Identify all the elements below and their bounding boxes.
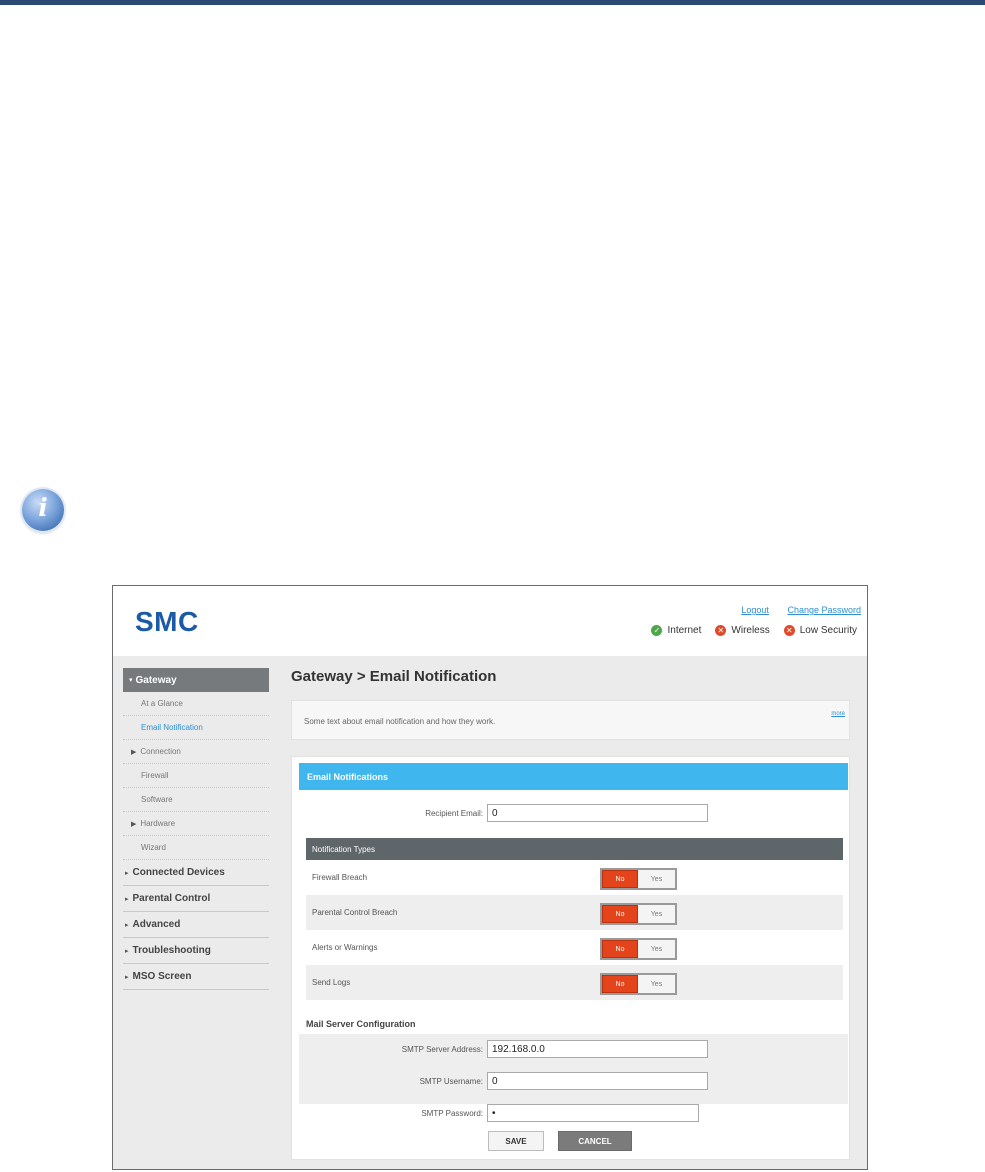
- sidebar-item-mso-screen[interactable]: ▸ MSO Screen: [123, 964, 269, 990]
- sidebar-item-label: Advanced: [132, 919, 181, 930]
- logout-link[interactable]: Logout: [741, 605, 769, 615]
- status-label: Low Security: [799, 625, 857, 636]
- toggle-no-button[interactable]: No: [602, 905, 638, 923]
- smtp-password-label: SMTP Password:: [421, 1109, 483, 1118]
- sidebar-item-hardware[interactable]: ▶ Hardware: [123, 812, 269, 836]
- info-icon: i: [22, 489, 64, 531]
- sidebar-item-label: Gateway: [135, 674, 177, 686]
- sidebar-item-wizard[interactable]: Wizard: [123, 836, 269, 860]
- triangle-right-icon: ▸: [125, 921, 129, 929]
- alerts-or-warnings-toggle[interactable]: No Yes: [600, 938, 677, 960]
- status-bar: ✓ Internet ✕ Wireless ✕ Low Security: [651, 625, 857, 636]
- smtp-password-input[interactable]: [487, 1104, 699, 1122]
- sidebar-item-gateway[interactable]: ▾ Gateway: [123, 668, 269, 692]
- sidebar-item-connected-devices[interactable]: ▸ Connected Devices: [123, 860, 269, 886]
- description-box: Some text about email notification and h…: [291, 700, 850, 740]
- sidebar-item-label: Hardware: [140, 819, 176, 828]
- smtp-password-row: SMTP Password:: [292, 1103, 851, 1127]
- toggle-yes-button[interactable]: Yes: [638, 940, 675, 958]
- sidebar-item-label: Connection: [140, 747, 181, 756]
- x-circle-icon: ✕: [783, 625, 795, 636]
- sidebar-item-parental-control[interactable]: ▸ Parental Control: [123, 886, 269, 912]
- recipient-email-input[interactable]: [487, 804, 708, 822]
- sidebar-item-software[interactable]: Software: [123, 788, 269, 812]
- smtp-address-label: SMTP Server Address:: [401, 1045, 483, 1054]
- type-row-send-logs: Send Logs No Yes: [306, 965, 843, 1000]
- sidebar-item-advanced[interactable]: ▸ Advanced: [123, 912, 269, 938]
- type-row-firewall-breach: Firewall Breach No Yes: [306, 860, 843, 895]
- save-button[interactable]: SAVE: [488, 1131, 544, 1151]
- cancel-button[interactable]: CANCEL: [558, 1131, 632, 1151]
- toggle-yes-button[interactable]: Yes: [638, 975, 675, 993]
- header: SMC Logout Change Password ✓ Internet ✕ …: [113, 586, 867, 656]
- smtp-address-row: SMTP Server Address:: [292, 1039, 851, 1063]
- sidebar-item-connection[interactable]: ▶ Connection: [123, 740, 269, 764]
- top-rule: [0, 0, 985, 5]
- chevron-down-icon: ▾: [129, 677, 133, 684]
- firewall-breach-toggle[interactable]: No Yes: [600, 868, 677, 890]
- type-label: Alerts or Warnings: [312, 943, 378, 952]
- status-label: Internet: [667, 625, 702, 636]
- smc-logo: SMC: [135, 606, 199, 637]
- toggle-no-button[interactable]: No: [602, 940, 638, 958]
- triangle-right-icon: ▸: [125, 973, 129, 981]
- toggle-yes-button[interactable]: Yes: [638, 870, 675, 888]
- status-label: Wireless: [731, 625, 770, 636]
- status-wireless: ✕ Wireless: [715, 625, 770, 636]
- triangle-right-icon: ▸: [125, 895, 129, 903]
- router-admin-screenshot: SMC Logout Change Password ✓ Internet ✕ …: [112, 585, 868, 1170]
- sidebar-item-label: Troubleshooting: [132, 945, 211, 956]
- panel-title: Email Notifications: [299, 763, 848, 790]
- sidebar: ▾ Gateway At a Glance Email Notification…: [123, 668, 269, 990]
- type-label: Parental Control Breach: [312, 908, 398, 917]
- toggle-no-button[interactable]: No: [602, 870, 638, 888]
- sidebar-item-firewall[interactable]: Firewall: [123, 764, 269, 788]
- smtp-address-input[interactable]: [487, 1040, 708, 1058]
- sidebar-item-label: MSO Screen: [132, 971, 192, 982]
- sidebar-item-at-a-glance[interactable]: At a Glance: [123, 692, 269, 716]
- email-notifications-panel: Email Notifications Recipient Email: Not…: [291, 756, 850, 1160]
- mail-server-config-heading: Mail Server Configuration: [306, 1019, 416, 1029]
- toggle-no-button[interactable]: No: [602, 975, 638, 993]
- top-links: Logout Change Password: [725, 605, 861, 615]
- sidebar-item-troubleshooting[interactable]: ▸ Troubleshooting: [123, 938, 269, 964]
- x-circle-icon: ✕: [715, 625, 727, 636]
- page-title: Gateway > Email Notification: [291, 668, 497, 685]
- sidebar-item-label: Parental Control: [132, 893, 211, 904]
- triangle-right-icon: ▸: [125, 947, 129, 955]
- more-link[interactable]: more: [831, 711, 845, 717]
- triangle-right-icon: ▶: [131, 748, 137, 756]
- triangle-right-icon: ▸: [125, 869, 129, 877]
- notification-types-header: Notification Types: [306, 838, 843, 860]
- recipient-email-label: Recipient Email:: [425, 809, 483, 818]
- toggle-yes-button[interactable]: Yes: [638, 905, 675, 923]
- type-label: Send Logs: [312, 978, 351, 987]
- triangle-right-icon: ▶: [131, 820, 137, 828]
- sidebar-item-email-notification[interactable]: Email Notification: [123, 716, 269, 740]
- smtp-username-row: SMTP Username:: [292, 1071, 851, 1095]
- change-password-link[interactable]: Change Password: [787, 605, 861, 615]
- recipient-email-row: Recipient Email:: [292, 803, 851, 827]
- sidebar-item-label: Connected Devices: [132, 867, 225, 878]
- status-security: ✕ Low Security: [783, 625, 857, 636]
- type-row-alerts-or-warnings: Alerts or Warnings No Yes: [306, 930, 843, 965]
- status-internet: ✓ Internet: [651, 625, 701, 636]
- main-content: Gateway > Email Notification Some text a…: [291, 668, 851, 1160]
- check-circle-icon: ✓: [651, 625, 663, 636]
- type-row-parental-control-breach: Parental Control Breach No Yes: [306, 895, 843, 930]
- type-label: Firewall Breach: [312, 873, 368, 882]
- parental-control-breach-toggle[interactable]: No Yes: [600, 903, 677, 925]
- smtp-username-input[interactable]: [487, 1072, 708, 1090]
- send-logs-toggle[interactable]: No Yes: [600, 973, 677, 995]
- description-text: Some text about email notification and h…: [304, 717, 496, 726]
- smtp-username-label: SMTP Username:: [419, 1077, 483, 1086]
